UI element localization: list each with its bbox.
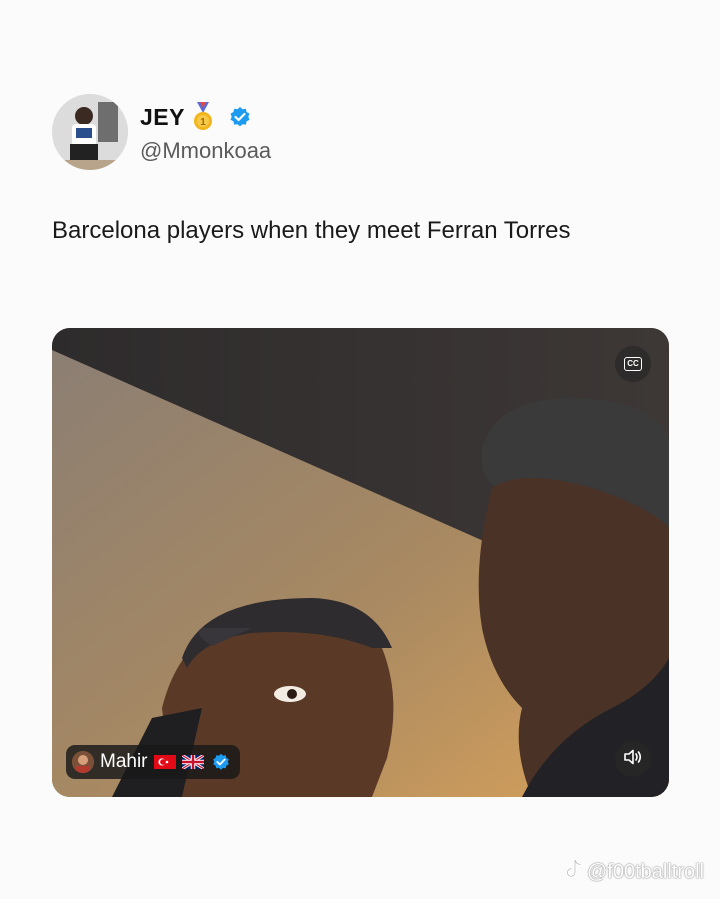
sound-toggle-button[interactable]	[615, 741, 651, 777]
tagged-user-chip[interactable]: Mahir	[66, 745, 240, 779]
user-handle[interactable]: @Mmonkoaa	[140, 138, 271, 164]
uk-flag-icon	[180, 753, 205, 771]
speaker-icon	[623, 749, 643, 770]
chip-username: Mahir	[100, 751, 148, 772]
tiktok-icon	[565, 858, 583, 885]
watermark-text: @f00tballtroll	[586, 860, 704, 883]
tweet-text: Barcelona players when they meet Ferran …	[52, 217, 571, 244]
video-frame	[52, 328, 669, 797]
cc-icon: CC	[624, 357, 642, 371]
gold-medal-icon: 1	[191, 102, 215, 132]
display-name[interactable]: JEY	[140, 104, 185, 131]
post-card: JEY 1 @Mmonkoaa Barcelona players when t…	[0, 0, 720, 899]
svg-text:1: 1	[200, 117, 206, 128]
captions-button[interactable]: CC	[615, 346, 651, 382]
name-row: JEY 1	[140, 102, 251, 132]
avatar[interactable]	[52, 94, 128, 170]
turkey-flag-icon	[153, 755, 176, 769]
verified-badge-icon	[229, 106, 251, 128]
video-player[interactable]: CC Mahir	[52, 328, 669, 797]
chip-avatar	[72, 751, 94, 773]
watermark: @f00tballtroll	[565, 858, 704, 885]
chip-verified-icon	[212, 753, 230, 771]
